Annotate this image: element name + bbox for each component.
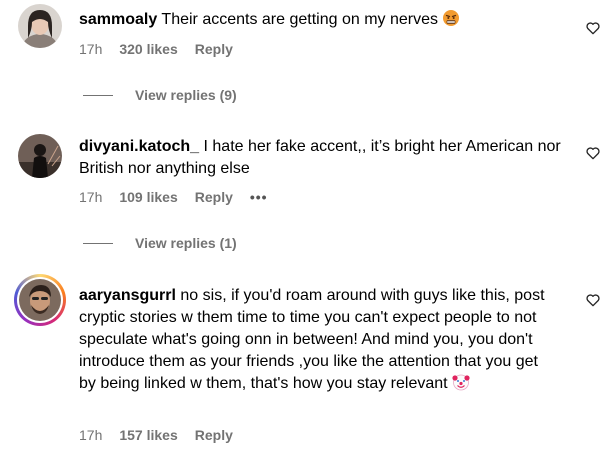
- more-options-button[interactable]: •••: [250, 189, 268, 205]
- profile-photo-icon: [18, 134, 62, 178]
- likes-count[interactable]: 320 likes: [119, 41, 177, 57]
- view-replies-button[interactable]: View replies (9): [83, 87, 237, 103]
- comment-meta: 17h 109 likes Reply •••: [79, 189, 285, 205]
- profile-photo-icon: [19, 279, 61, 321]
- view-replies-label[interactable]: View replies (1): [135, 235, 237, 251]
- profile-photo-icon: [18, 4, 62, 48]
- likes-count[interactable]: 109 likes: [119, 189, 177, 205]
- comment-username[interactable]: divyani.katoch_: [79, 138, 199, 155]
- reply-button[interactable]: Reply: [195, 427, 233, 443]
- likes-count[interactable]: 157 likes: [119, 427, 177, 443]
- comment-username[interactable]: aaryansgurrl: [79, 287, 176, 304]
- angry-face-emoji-icon: [443, 10, 460, 26]
- view-replies-button[interactable]: View replies (1): [83, 235, 237, 251]
- like-heart-icon[interactable]: [585, 292, 601, 308]
- like-heart-icon[interactable]: [585, 20, 601, 36]
- comment-meta: 17h 320 likes Reply: [79, 41, 250, 57]
- view-replies-label[interactable]: View replies (9): [135, 87, 237, 103]
- comment-username[interactable]: sammoaly: [79, 11, 157, 28]
- comment-time: 17h: [79, 189, 103, 205]
- comment-meta: 17h 157 likes Reply: [79, 427, 250, 443]
- avatar-ring-inner: [17, 277, 63, 323]
- comment-body: Their accents are getting on my nerves: [161, 11, 438, 28]
- comment-text: divyani.katoch_ I hate her fake accent,,…: [79, 136, 569, 180]
- divider-line: [83, 94, 113, 96]
- avatar: [19, 279, 61, 321]
- clown-face-emoji-icon: [452, 374, 470, 391]
- reply-button[interactable]: Reply: [195, 41, 233, 57]
- reply-button[interactable]: Reply: [195, 189, 233, 205]
- divider-line: [83, 242, 113, 244]
- comment-time: 17h: [79, 41, 103, 57]
- comment-text: sammoaly Their accents are getting on my…: [79, 9, 569, 31]
- avatar[interactable]: [18, 134, 62, 178]
- like-heart-icon[interactable]: [585, 145, 601, 161]
- avatar[interactable]: [18, 4, 62, 48]
- comment-text: aaryansgurrl no sis, if you'd roam aroun…: [79, 285, 559, 395]
- avatar-story-ring[interactable]: [14, 274, 66, 326]
- comment-time: 17h: [79, 427, 103, 443]
